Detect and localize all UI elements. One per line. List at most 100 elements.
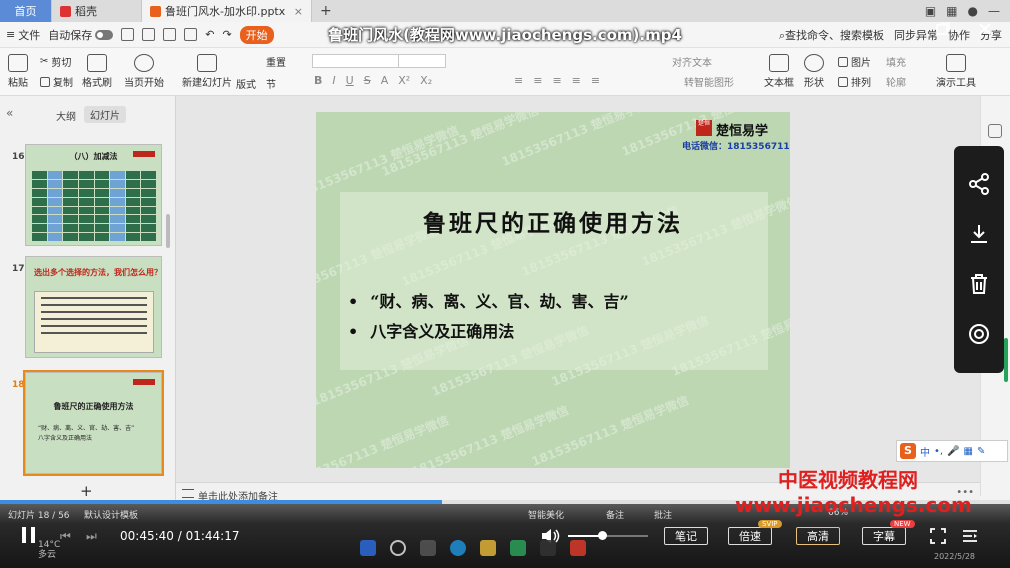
presenter-tools-button[interactable]: 演示工具 <box>936 54 976 89</box>
collapse-panel-icon[interactable]: « <box>6 106 13 120</box>
search-command[interactable]: ⌕查找命令、搜索模板 <box>779 27 884 43</box>
panel-scrollbar[interactable] <box>166 214 170 248</box>
settings-sliders-icon[interactable] <box>988 124 1002 138</box>
redo-icon[interactable]: ↷ <box>222 28 231 41</box>
paste-button[interactable]: 粘贴 <box>8 54 28 89</box>
slide-title[interactable]: 鲁班尺的正确使用方法 <box>316 204 790 238</box>
align-center-icon[interactable]: ≡ <box>533 74 542 87</box>
close-player-icon[interactable] <box>978 22 992 36</box>
keyboard-icon[interactable]: ▦ <box>964 446 973 457</box>
windows-start-icon[interactable] <box>360 540 376 556</box>
align-left-icon[interactable]: ≡ <box>514 74 523 87</box>
edge-icon[interactable] <box>450 540 466 556</box>
font-color-icon[interactable]: A <box>381 74 389 87</box>
export-icon[interactable] <box>142 28 156 41</box>
tab-active-file[interactable]: 鲁班门风水-加水印.pptx × <box>142 0 312 22</box>
add-slide-button[interactable]: + <box>80 482 93 500</box>
wps-icon[interactable] <box>570 540 586 556</box>
eye-icon[interactable] <box>967 322 991 346</box>
speed-button[interactable]: 倍速 <box>728 527 772 545</box>
save-icon[interactable] <box>121 28 135 41</box>
layout-icon[interactable]: ▣ <box>925 4 936 18</box>
close-tab-icon[interactable]: × <box>294 5 303 18</box>
volume-slider[interactable] <box>568 531 648 540</box>
file-menu[interactable]: ≡ 文件 <box>6 27 40 43</box>
bold-icon[interactable]: B <box>314 74 322 87</box>
subtitle-button[interactable]: 字幕 <box>862 527 906 545</box>
punctuation-icon[interactable]: •, <box>934 446 943 457</box>
shape-button[interactable]: 形状 <box>804 54 824 89</box>
new-tab-button[interactable]: + <box>312 3 340 19</box>
outline-button[interactable]: 轮廓 <box>886 74 906 89</box>
cut-button[interactable]: ✂ 剪切 <box>40 54 71 69</box>
delete-icon[interactable] <box>967 272 991 296</box>
volume-knob[interactable] <box>597 531 607 540</box>
minimize-icon[interactable]: — <box>988 4 1000 18</box>
align-right-icon[interactable]: ≡ <box>552 74 561 87</box>
collab-button[interactable]: 协作 <box>948 27 970 43</box>
folder-icon[interactable] <box>480 540 496 556</box>
sogou-ime-logo[interactable]: S <box>900 443 916 459</box>
comments-button[interactable]: 批注 <box>654 508 672 521</box>
notes-button[interactable]: 笔记 <box>664 527 708 545</box>
autosave-toggle[interactable]: 自动保存 <box>48 27 114 43</box>
font-size-select[interactable] <box>398 54 446 68</box>
avatar[interactable]: ● <box>968 4 978 18</box>
reset-button[interactable]: 重置 <box>266 54 286 69</box>
fullscreen-icon[interactable] <box>930 528 946 544</box>
tab-outline[interactable]: 大纲 <box>56 108 76 123</box>
section-button[interactable]: 节 <box>266 76 276 91</box>
picture-button[interactable]: 图片 <box>838 54 871 69</box>
preview-icon[interactable] <box>184 28 198 41</box>
search-icon[interactable] <box>390 540 406 556</box>
justify-icon[interactable]: ≡ <box>572 74 581 87</box>
play-from-current-button[interactable]: 当页开始 <box>124 54 164 89</box>
slide-bullet-2[interactable]: • 八字含义及正确用法 <box>348 318 514 342</box>
current-slide[interactable]: 18153567113 楚恒易学微信 18153567113 楚恒易学微信 1815… <box>316 112 790 468</box>
slide-thumbnail-16[interactable]: （八）加减法 <box>25 144 162 246</box>
pip-icon[interactable] <box>936 22 950 36</box>
strikethrough-icon[interactable]: S <box>364 74 371 87</box>
app-icon[interactable] <box>540 540 556 556</box>
distribute-icon[interactable]: ≡ <box>591 74 600 87</box>
copy-button[interactable]: 复制 <box>40 74 73 89</box>
start-tab[interactable]: 开始 <box>239 25 274 44</box>
download-icon[interactable] <box>967 222 991 246</box>
ime-language[interactable]: 中 <box>920 444 930 459</box>
slide-bullet-1[interactable]: • “财、病、离、义、官、劫、害、吉” <box>348 288 629 312</box>
previous-button[interactable]: ⏮ <box>60 529 74 543</box>
grid-icon[interactable]: ▦ <box>946 4 957 18</box>
smart-beautify-button[interactable]: 智能美化 <box>528 508 564 521</box>
task-view-icon[interactable] <box>420 540 436 556</box>
sync-status[interactable]: 同步异常 <box>894 27 938 43</box>
playlist-icon[interactable] <box>962 528 978 544</box>
layout-button[interactable]: 版式 <box>236 76 256 91</box>
textbox-button[interactable]: 文本框 <box>764 54 794 89</box>
align-text-button[interactable]: 对齐文本 <box>672 54 712 69</box>
slide-editing-canvas[interactable]: 18153567113 楚恒易学微信 18153567113 楚恒易学微信 1815… <box>176 96 980 482</box>
hd-button[interactable]: 高清 <box>796 527 840 545</box>
convert-graphic-button[interactable]: 转智能图形 <box>684 74 734 89</box>
app-icon[interactable] <box>510 540 526 556</box>
superscript-icon[interactable]: X² <box>398 74 410 87</box>
tab-home[interactable]: 首页 <box>0 0 52 22</box>
microphone-icon[interactable]: 🎤 <box>947 446 959 457</box>
next-button[interactable]: ⏭ <box>86 529 100 543</box>
tab-slides[interactable]: 幻灯片 <box>84 106 126 123</box>
slide-thumbnail-18[interactable]: 鲁班尺的正确使用方法 “财、病、离、义、官、劫、害、吉” 八字含义及正确用法 <box>23 370 164 476</box>
toggle-switch[interactable] <box>95 29 114 40</box>
undo-icon[interactable]: ↶ <box>205 28 214 41</box>
fill-button[interactable]: 填充 <box>886 54 906 69</box>
arrange-button[interactable]: 排列 <box>838 74 871 89</box>
tab-daoke[interactable]: 稻壳 <box>52 0 142 22</box>
print-icon[interactable] <box>163 28 177 41</box>
new-slide-button[interactable]: 新建幻灯片 <box>182 54 232 89</box>
slide-thumbnail-17[interactable]: 选出多个选择的方法，我们怎么用？ <box>25 256 162 358</box>
share-icon[interactable] <box>967 172 991 196</box>
notes-toggle-button[interactable]: 备注 <box>606 508 624 521</box>
subscript-icon[interactable]: X₂ <box>420 74 432 87</box>
underline-icon[interactable]: U <box>346 74 354 87</box>
pause-button[interactable] <box>22 527 36 543</box>
italic-icon[interactable]: I <box>332 74 335 87</box>
skin-icon[interactable]: ✎ <box>977 446 985 457</box>
